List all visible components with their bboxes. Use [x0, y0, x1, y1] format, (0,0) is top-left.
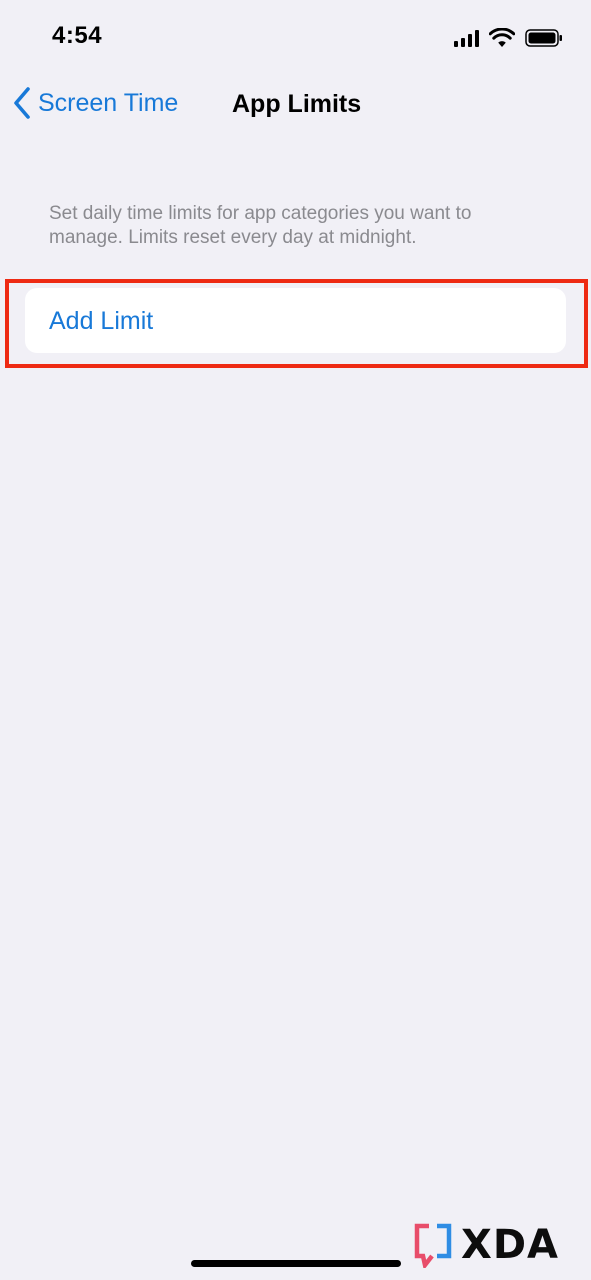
xda-watermark: XDA — [413, 1222, 559, 1268]
back-button-label: Screen Time — [38, 88, 179, 117]
page-title: App Limits — [232, 90, 362, 118]
battery-icon — [525, 29, 562, 47]
status-time: 4:54 — [52, 22, 103, 49]
signal-icon — [454, 29, 479, 47]
watermark-text: XDA — [461, 1222, 559, 1268]
status-icons — [454, 26, 563, 50]
add-limit-label: Add Limit — [49, 307, 154, 335]
home-indicator[interactable] — [191, 1260, 401, 1267]
description-text: Set daily time limits for app categories… — [49, 203, 472, 248]
wifi-icon — [489, 28, 515, 47]
xda-logo-icon — [414, 1223, 452, 1268]
chevron-left-icon — [14, 87, 30, 119]
add-limit-button[interactable]: Add Limit — [25, 288, 566, 353]
back-button[interactable]: Screen Time — [12, 86, 178, 120]
